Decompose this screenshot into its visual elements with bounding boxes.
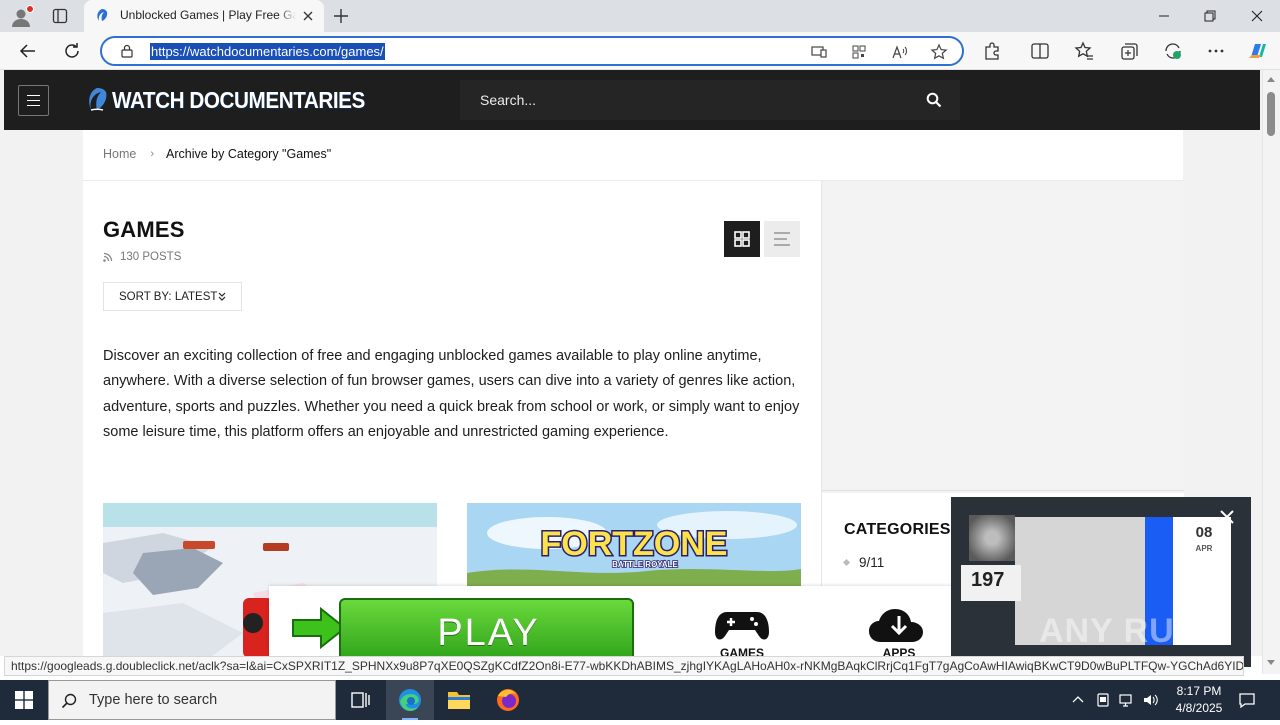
firefox-icon[interactable] (484, 680, 532, 720)
menu-hamburger-icon[interactable] (18, 85, 49, 116)
cloud-download-icon (869, 609, 923, 642)
rss-icon (103, 252, 113, 262)
page-scrollbar[interactable] (1262, 70, 1280, 674)
taskbar-search-box[interactable]: Type here to search (48, 680, 336, 720)
favorite-star-icon[interactable] (930, 43, 948, 61)
archive-description: Discover an exciting collection of free … (103, 348, 800, 440)
tab-actions-icon[interactable] (52, 8, 68, 24)
split-screen-icon[interactable] (1029, 40, 1051, 62)
qr-code-icon[interactable] (850, 43, 868, 61)
new-tab-button[interactable] (332, 7, 350, 25)
back-icon[interactable] (18, 41, 38, 61)
sort-label: SORT BY: LATEST (119, 290, 218, 303)
video-ad-month: APR (1195, 544, 1213, 553)
gamepad-icon (715, 612, 769, 640)
lock-icon[interactable] (120, 44, 134, 58)
breadcrumb: Home › Archive by Category "Games" (103, 147, 331, 161)
refresh-icon[interactable] (62, 41, 82, 61)
search-icon[interactable] (926, 92, 942, 108)
windows-start-icon[interactable] (15, 691, 33, 709)
show-hidden-icons-icon[interactable] (1070, 692, 1086, 708)
notifications-icon[interactable] (1238, 691, 1256, 709)
more-options-icon[interactable] (1205, 40, 1227, 62)
video-ad-overlay[interactable]: 08 APR 197 ANY RUN (951, 497, 1251, 667)
breadcrumb-separator-icon: › (150, 148, 155, 160)
post-count: 130 POSTS (103, 251, 181, 263)
chevron-down-icon (218, 292, 226, 301)
categories-title: CATEGORIES (844, 521, 951, 538)
minimize-icon[interactable] (1154, 6, 1174, 26)
clock-date: 4/8/2025 (1175, 701, 1223, 715)
search-icon (61, 693, 77, 709)
address-bar[interactable]: https://watchdocumentaries.com/games/ (100, 36, 964, 66)
bullet-icon (842, 558, 851, 567)
task-view-icon[interactable] (336, 680, 384, 720)
video-ad-image (969, 515, 1015, 561)
sidebar-ad-slot (822, 181, 1184, 491)
site-header: WATCH DOCUMENTARIES (4, 70, 1260, 130)
category-link[interactable]: 9/11 (842, 555, 885, 570)
scroll-down-icon[interactable] (1267, 660, 1275, 665)
edge-taskbar-icon[interactable] (386, 680, 434, 720)
watermark: ANY RUN (1039, 612, 1201, 650)
windows-taskbar: Type here to search 8:17 PM 4/8/2025 (0, 680, 1280, 720)
grid-view-button[interactable] (724, 221, 760, 257)
archive-main: GAMES 130 POSTS SORT BY: LATEST Discover… (83, 181, 821, 656)
grid-icon (734, 231, 750, 247)
category-label: 9/11 (859, 555, 885, 570)
play-label: PLAY (437, 612, 540, 654)
profile-icon[interactable] (10, 5, 34, 28)
thumbnail-logo-text: FORTZONE (541, 525, 728, 563)
tab-close-icon[interactable] (300, 8, 316, 24)
list-view-button[interactable] (764, 221, 800, 257)
ad-games-item[interactable]: GAMES (702, 606, 782, 660)
clock-time: 8:17 PM (1176, 684, 1222, 698)
video-ad-year: 197 (961, 565, 1021, 601)
copilot-icon[interactable] (1246, 40, 1268, 62)
taskbar-search-placeholder: Type here to search (89, 692, 218, 708)
video-ad-day: 08 (1195, 524, 1213, 541)
file-explorer-icon[interactable] (435, 680, 483, 720)
site-logo[interactable]: WATCH DOCUMENTARIES (84, 84, 393, 116)
active-tab[interactable]: Unblocked Games | Play Free Games (84, 0, 324, 32)
tab-favicon-icon (94, 8, 110, 24)
thumbnail-sub-text: BATTLE ROYALE (612, 560, 678, 569)
collections-icon[interactable] (1118, 40, 1140, 62)
tray-device-icon[interactable] (1095, 692, 1111, 708)
network-icon[interactable] (1118, 692, 1134, 708)
scrollbar-thumb[interactable] (1267, 92, 1275, 136)
list-icon (774, 232, 790, 246)
logo-film-icon (89, 88, 107, 111)
browser-essentials-icon[interactable] (1162, 40, 1184, 62)
site-search-input[interactable] (460, 80, 900, 120)
app-available-icon[interactable] (810, 43, 828, 61)
breadcrumb-home-link[interactable]: Home (103, 147, 136, 161)
site-search (460, 80, 960, 120)
favorites-icon[interactable] (1073, 40, 1095, 62)
video-ad-date: 08 APR (1179, 525, 1229, 557)
bottom-ad-banner[interactable]: PLAY GAMES APPS ⋮ (269, 586, 1022, 662)
scroll-up-icon[interactable] (1267, 77, 1275, 82)
post-count-text: 130 POSTS (120, 251, 182, 263)
breadcrumb-current: Archive by Category "Games" (166, 147, 332, 161)
sort-dropdown[interactable]: SORT BY: LATEST (103, 282, 242, 311)
restore-icon[interactable] (1200, 6, 1220, 26)
url-text[interactable]: https://watchdocumentaries.com/games/ (150, 43, 385, 60)
browser-toolbar: https://watchdocumentaries.com/games/ (0, 32, 1280, 70)
close-window-icon[interactable] (1247, 6, 1267, 26)
video-ad-close-icon[interactable] (1217, 507, 1237, 527)
play-ad-button[interactable]: PLAY (339, 598, 634, 662)
link-status-bar: https://googleads.g.doubleclick.net/aclk… (4, 656, 1244, 676)
extensions-icon[interactable] (981, 40, 1003, 62)
page-title: GAMES (103, 217, 185, 242)
browser-tab-strip: Unblocked Games | Play Free Games (0, 0, 1280, 32)
ad-apps-item[interactable]: APPS (859, 606, 939, 660)
tab-title: Unblocked Games | Play Free Games (120, 8, 296, 22)
logo-text: WATCH DOCUMENTARIES (112, 86, 365, 113)
taskbar-clock[interactable]: 8:17 PM 4/8/2025 (1168, 683, 1230, 717)
read-aloud-icon[interactable] (890, 43, 908, 61)
volume-icon[interactable] (1142, 692, 1158, 708)
